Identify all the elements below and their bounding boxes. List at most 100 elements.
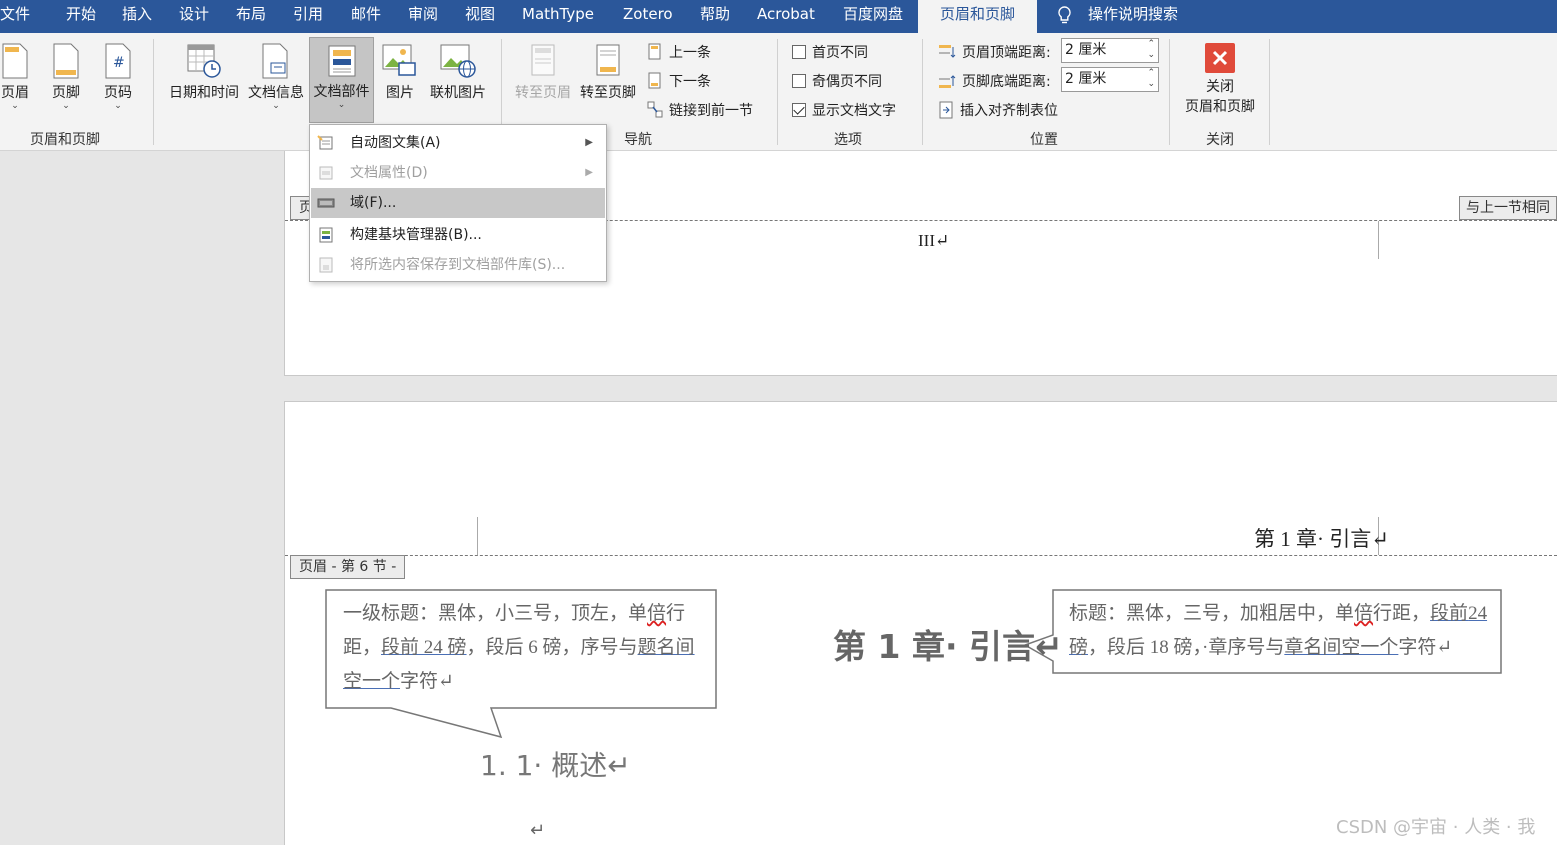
goto-footer-button[interactable]: 转至页脚 (577, 43, 639, 102)
header-button[interactable]: 页眉 ⌄ (0, 43, 32, 111)
same-as-previous-tag: 与上一节相同 (1459, 196, 1557, 220)
callout-right-t4: 段前 (1430, 603, 1469, 624)
callout-left-t3: 行 (666, 603, 686, 624)
quick-parts-dropdown: 自动图文集(A) ▶ 文档属性(D) ▶ 域(F)... 构建基块管理器(B).… (309, 124, 607, 282)
callout-left-t4: 距， (343, 637, 382, 658)
tab-mathtype[interactable]: MathType (522, 0, 594, 33)
callout-left-t9: 字符↵ (400, 671, 454, 692)
group-divider (153, 39, 154, 145)
page-number-button[interactable]: # 页码 ⌄ (100, 43, 136, 111)
tab-mailings[interactable]: 邮件 (351, 0, 381, 33)
show-document-text-label: 显示文档文字 (812, 103, 896, 119)
chevron-down-icon: ⌄ (62, 101, 70, 111)
margin-guide (1378, 221, 1379, 259)
empty-paragraph-mark[interactable]: ↵ (530, 820, 545, 841)
tab-references[interactable]: 引用 (293, 0, 323, 33)
tab-header-footer[interactable]: 页眉和页脚 (918, 0, 1038, 33)
tab-design[interactable]: 设计 (179, 0, 209, 33)
footer-page-number[interactable]: III↵ (918, 231, 949, 251)
footer-bottom-distance-label-row: 页脚底端距离: (938, 71, 1051, 91)
tab-home[interactable]: 开始 (66, 0, 96, 33)
footer-distance-icon (939, 75, 956, 88)
quick-parts-button[interactable]: 文档部件 ⌄ (309, 37, 374, 123)
calendar-clock-icon (187, 44, 221, 78)
different-odd-even-checkbox[interactable]: 奇偶页不同 (792, 71, 882, 91)
callout-left-t6: ，段后 6 磅，序号与 (466, 637, 638, 658)
chapter-heading[interactable]: 第 1 章· 引言↵ (833, 620, 1063, 668)
tab-file[interactable]: 文件 (0, 0, 30, 33)
previous-icon (648, 43, 661, 60)
header-label: 页眉 (1, 85, 29, 101)
goto-header-button[interactable]: 转至页眉 (512, 43, 574, 102)
submenu-arrow-icon: ▶ (585, 167, 593, 178)
svg-text:#: # (113, 55, 125, 71)
tab-help[interactable]: 帮助 (700, 0, 730, 33)
menu-item-building-blocks-organizer[interactable]: 构建基块管理器(B)... (311, 220, 605, 250)
different-odd-even-label: 奇偶页不同 (812, 74, 882, 90)
running-header-text[interactable]: 第 1 章· 引言↵ (1254, 523, 1389, 553)
callout-right-t3: 行距， (1373, 603, 1431, 624)
next-label: 下一条 (669, 74, 711, 90)
chevron-down-icon: ⌄ (114, 101, 122, 111)
previous-button[interactable]: 上一条 (647, 42, 711, 62)
callout-left-t5: 段前 24 磅 (381, 637, 467, 658)
callout-left-t7: 题名间 (637, 637, 695, 658)
goto-header-label: 转至页眉 (515, 85, 571, 101)
link-to-previous-button[interactable]: 链接到前一节 (647, 100, 753, 120)
building-blocks-icon (319, 227, 333, 243)
callout-right-t2: 倍 (1354, 603, 1374, 624)
group-divider (1169, 39, 1170, 145)
callout-right-t8: 字符↵ (1398, 637, 1453, 658)
footer-bottom-distance-input[interactable]: 2 厘米 ⌃ ⌄ (1061, 67, 1159, 92)
page-number-label: 页码 (104, 85, 132, 101)
doc-info-icon (262, 43, 288, 79)
tab-baidu-netdisk[interactable]: 百度网盘 (843, 0, 903, 33)
tab-zotero[interactable]: Zotero (623, 0, 673, 33)
tab-acrobat[interactable]: Acrobat (757, 0, 815, 33)
goto-footer-label: 转至页脚 (580, 85, 636, 101)
picture-icon (382, 44, 416, 76)
spin-arrows-icon[interactable]: ⌃ ⌄ (1147, 68, 1155, 90)
menu-item-document-property[interactable]: 文档属性(D) ▶ (311, 158, 605, 188)
callout-left-t1: 一级标题：黑体，小三号，顶左，单 (343, 603, 648, 624)
group-label-navigation: 导航 (624, 132, 652, 148)
spin-arrows-icon[interactable]: ⌃ ⌄ (1147, 39, 1155, 61)
next-icon (648, 72, 661, 89)
search-tell-me[interactable]: 操作说明搜索 (1088, 0, 1178, 33)
footer-icon (53, 43, 79, 79)
menu-item-document-property-label: 文档属性(D) (350, 165, 428, 181)
next-button[interactable]: 下一条 (647, 71, 711, 91)
checkbox-box (792, 74, 806, 88)
group-divider (1269, 39, 1270, 145)
picture-button[interactable]: 图片 (381, 43, 419, 102)
footer-button[interactable]: 页脚 ⌄ (48, 43, 84, 111)
footer-bottom-distance-value: 2 厘米 (1065, 71, 1107, 87)
menu-item-autotext[interactable]: 自动图文集(A) ▶ (311, 128, 605, 158)
different-first-page-label: 首页不同 (812, 45, 868, 61)
tab-insert[interactable]: 插入 (122, 0, 152, 33)
tab-layout[interactable]: 布局 (236, 0, 266, 33)
checkbox-box (792, 45, 806, 59)
close-label-line2: 页眉和页脚 (1185, 99, 1255, 115)
section-heading[interactable]: 1. 1· 概述↵ (480, 744, 631, 784)
close-icon (1205, 43, 1235, 73)
previous-label: 上一条 (669, 45, 711, 61)
callout-right-t7: 章名间空一个 (1284, 637, 1399, 658)
menu-item-field[interactable]: 域(F)... (311, 188, 605, 218)
doc-info-label: 文档信息 (248, 85, 304, 101)
insert-alignment-tab-button[interactable]: 插入对齐制表位 (938, 100, 1058, 120)
tab-view[interactable]: 视图 (465, 0, 495, 33)
close-header-footer-button[interactable]: 关闭 页眉和页脚 (1179, 43, 1261, 116)
online-picture-button[interactable]: 联机图片 (426, 43, 490, 102)
quick-parts-label: 文档部件 (313, 84, 370, 100)
show-document-text-checkbox[interactable]: 显示文档文字 (792, 100, 896, 120)
callout-left-t8: 空一个 (343, 671, 401, 692)
different-first-page-checkbox[interactable]: 首页不同 (792, 42, 868, 62)
date-time-button[interactable]: 日期和时间 (165, 43, 243, 102)
doc-info-button[interactable]: 文档信息 ⌄ (245, 43, 307, 111)
tab-review[interactable]: 审阅 (408, 0, 438, 33)
menu-item-save-selection-to-gallery[interactable]: 将所选内容保存到文档部件库(S)... (311, 250, 605, 280)
menu-item-save-selection-to-gallery-label: 将所选内容保存到文档部件库(S)... (350, 257, 566, 273)
chevron-down-icon: ⌄ (11, 101, 19, 111)
header-top-distance-input[interactable]: 2 厘米 ⌃ ⌄ (1061, 38, 1159, 63)
